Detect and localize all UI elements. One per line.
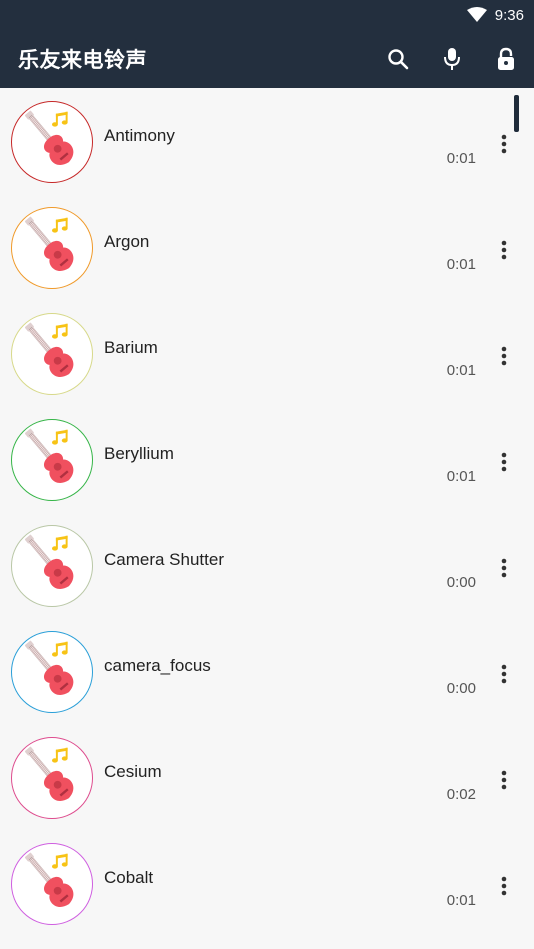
list-item[interactable]: Beryllium 0:01 (0, 408, 534, 514)
search-icon (388, 49, 409, 70)
wifi-icon (466, 7, 487, 23)
list-item[interactable]: Cesium 0:02 (0, 726, 534, 832)
avatar (11, 313, 93, 395)
ringtone-duration: 0:00 (446, 574, 476, 591)
scrollbar[interactable] (514, 95, 519, 132)
voice-search-button[interactable] (437, 44, 467, 74)
avatar (11, 737, 93, 819)
ringtone-name: Argon (104, 232, 150, 251)
ringtone-name: Cesium (104, 762, 162, 781)
more-vertical-icon (501, 664, 507, 684)
avatar (11, 419, 93, 501)
ringtone-duration: 0:01 (446, 468, 476, 485)
ringtone-name: Beryllium (104, 444, 174, 463)
lock-button[interactable] (491, 44, 521, 74)
list-item[interactable]: Argon 0:01 (0, 196, 534, 302)
ringtone-duration: 0:01 (446, 256, 476, 273)
guitar-music-icon (24, 746, 74, 802)
guitar-music-icon (24, 322, 74, 378)
list-item[interactable]: camera_focus 0:00 (0, 620, 534, 726)
more-vertical-icon (501, 134, 507, 154)
more-vertical-icon (501, 346, 507, 366)
list-item[interactable]: Antimony 0:01 (0, 90, 534, 196)
more-options-button[interactable] (490, 130, 518, 158)
ringtone-name: camera_focus (104, 656, 211, 675)
guitar-music-icon (24, 640, 74, 696)
ringtone-duration: 0:01 (446, 362, 476, 379)
avatar (11, 843, 93, 925)
avatar (11, 631, 93, 713)
ringtone-name: Barium (104, 338, 158, 357)
more-vertical-icon (501, 558, 507, 578)
microphone-icon (444, 48, 460, 70)
ringtone-duration: 0:02 (446, 786, 476, 803)
list-item[interactable]: Cobalt 0:01 (0, 832, 534, 938)
more-options-button[interactable] (490, 554, 518, 582)
more-options-button[interactable] (490, 236, 518, 264)
list-item[interactable]: Camera Shutter 0:00 (0, 514, 534, 620)
ringtone-duration: 0:01 (446, 892, 476, 909)
more-vertical-icon (501, 876, 507, 896)
avatar (11, 207, 93, 289)
app-bar: 乐友来电铃声 (0, 30, 534, 88)
guitar-music-icon (24, 534, 74, 590)
ringtone-duration: 0:01 (446, 150, 476, 167)
status-time: 9:36 (494, 6, 524, 24)
ringtone-name: Cobalt (104, 868, 154, 887)
ringtone-name: Camera Shutter (104, 550, 224, 569)
ringtone-list[interactable]: Antimony 0:01 Argon 0:01 Barium 0:01 Ber… (0, 90, 534, 949)
more-options-button[interactable] (490, 766, 518, 794)
list-item[interactable]: Barium 0:01 (0, 302, 534, 408)
avatar (11, 101, 93, 183)
avatar (11, 525, 93, 607)
more-vertical-icon (501, 240, 507, 260)
more-options-button[interactable] (490, 342, 518, 370)
more-options-button[interactable] (490, 660, 518, 688)
more-vertical-icon (501, 770, 507, 790)
status-bar: 9:36 (0, 0, 534, 30)
more-options-button[interactable] (490, 872, 518, 900)
ringtone-duration: 0:00 (446, 680, 476, 697)
lock-icon (498, 47, 514, 70)
ringtone-name: Antimony (104, 126, 175, 145)
guitar-music-icon (24, 428, 74, 484)
guitar-music-icon (24, 110, 74, 166)
more-vertical-icon (501, 452, 507, 472)
guitar-music-icon (24, 216, 74, 272)
guitar-music-icon (24, 852, 74, 908)
search-button[interactable] (383, 44, 413, 74)
app-title: 乐友来电铃声 (18, 48, 147, 72)
more-options-button[interactable] (490, 448, 518, 476)
